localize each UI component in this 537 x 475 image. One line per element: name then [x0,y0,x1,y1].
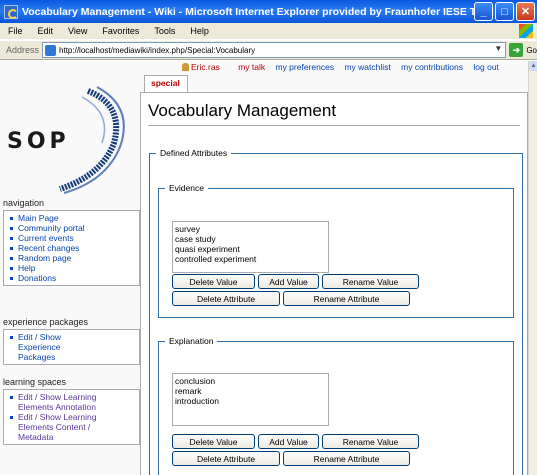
sidebar-item-experience-packages[interactable]: Edit / Show Experience Packages [10,332,82,362]
list-item[interactable]: conclusion [175,376,326,386]
explanation-legend: Explanation [169,336,214,346]
sidebar-item-learning-content[interactable]: Edit / Show Learning Elements Content / … [10,412,110,442]
user-link[interactable]: Eric.ras [191,62,220,72]
menu-file[interactable]: File [8,26,23,36]
evidence-fieldset: Evidence survey case study quasi experim… [158,183,514,318]
sidebar-item-random-page[interactable]: Random page [10,253,137,263]
window-title-bar: Vocabulary Management - Wiki - Microsoft… [0,0,537,23]
menu-view[interactable]: View [68,26,87,36]
explanation-fieldset: Explanation conclusion remark introducti… [158,336,514,475]
learning-heading: learning spaces [3,377,67,387]
sidebar-item-main-page[interactable]: Main Page [10,213,137,223]
address-url[interactable]: http://localhost/mediawiki/index.php/Spe… [59,46,255,55]
go-arrow-icon[interactable]: ➜ [509,43,524,57]
experience-heading: experience packages [3,317,89,327]
personal-links: Eric.ras my talk my preferences my watch… [182,62,507,72]
sidebar-item-help[interactable]: Help [10,263,137,273]
sidebar-item-donations[interactable]: Donations [10,273,137,283]
address-input[interactable]: http://localhost/mediawiki/index.php/Spe… [42,42,507,58]
menu-tools[interactable]: Tools [154,26,175,36]
add-value-button[interactable]: Add Value [258,434,319,449]
sidebar-item-learning-annotation[interactable]: Edit / Show Learning Elements Annotation [10,392,110,412]
list-item[interactable]: controlled experiment [175,254,326,264]
navigation-heading: navigation [3,198,45,208]
menu-bar: File Edit View Favorites Tools Help [0,23,537,39]
maximize-button[interactable]: □ [495,2,514,21]
user-icon [182,63,189,71]
rename-attribute-button[interactable]: Rename Attribute [283,451,410,466]
title-divider [148,125,520,126]
ie-icon [4,4,18,19]
evidence-legend: Evidence [169,183,204,193]
address-bar: Address http://localhost/mediawiki/index… [0,40,537,60]
defined-attributes-legend: Defined Attributes [160,148,228,158]
navigation-portlet: Main Page Community portal Current event… [3,210,140,286]
menu-favorites[interactable]: Favorites [102,26,139,36]
window-title: Vocabulary Management - Wiki - Microsoft… [22,5,484,18]
delete-value-button[interactable]: Delete Value [172,434,255,449]
scroll-up-icon[interactable]: ▲ [529,61,537,71]
list-item[interactable]: quasi experiment [175,244,326,254]
delete-value-button[interactable]: Delete Value [172,274,255,289]
go-button[interactable]: Go [526,46,537,55]
delete-attribute-button[interactable]: Delete Attribute [172,451,280,466]
menu-edit[interactable]: Edit [38,26,54,36]
page-viewport: Eric.ras my talk my preferences my watch… [0,61,537,475]
list-item[interactable]: case study [175,234,326,244]
list-item[interactable]: survey [175,224,326,234]
content-area: Vocabulary Management Defined Attributes… [140,92,528,475]
minimize-button[interactable]: _ [474,2,493,21]
sop-logo[interactable]: SOP [2,77,134,194]
experience-portlet: Edit / Show Experience Packages [3,329,140,365]
vertical-scrollbar[interactable]: ▲ [528,61,537,475]
close-button[interactable]: ✕ [516,2,535,21]
tab-special[interactable]: special [144,75,188,92]
chevron-down-icon[interactable]: ▼ [492,44,504,56]
page-icon [45,44,57,56]
learning-portlet: Edit / Show Learning Elements Annotation… [3,389,140,445]
explanation-values-list[interactable]: conclusion remark introduction [172,373,329,426]
rename-value-button[interactable]: Rename Value [322,274,419,289]
logo-text: SOP [7,129,70,154]
add-value-button[interactable]: Add Value [258,274,319,289]
windows-logo-icon [519,24,533,38]
rename-value-button[interactable]: Rename Value [322,434,419,449]
page-title: Vocabulary Management [148,101,337,120]
sidebar-item-recent-changes[interactable]: Recent changes [10,243,137,253]
delete-attribute-button[interactable]: Delete Attribute [172,291,280,306]
list-item[interactable]: remark [175,386,326,396]
sidebar-item-community-portal[interactable]: Community portal [10,223,137,233]
list-item[interactable]: introduction [175,396,326,406]
rename-attribute-button[interactable]: Rename Attribute [283,291,410,306]
my-preferences-link[interactable]: my preferences [275,62,334,72]
defined-attributes-fieldset: Defined Attributes Evidence survey case … [149,148,523,475]
my-watchlist-link[interactable]: my watchlist [344,62,390,72]
menu-help[interactable]: Help [190,26,209,36]
evidence-values-list[interactable]: survey case study quasi experiment contr… [172,221,329,273]
sidebar-item-current-events[interactable]: Current events [10,233,137,243]
my-talk-link[interactable]: my talk [238,62,265,72]
log-out-link[interactable]: log out [473,62,499,72]
my-contributions-link[interactable]: my contributions [401,62,463,72]
address-label: Address [6,45,40,55]
